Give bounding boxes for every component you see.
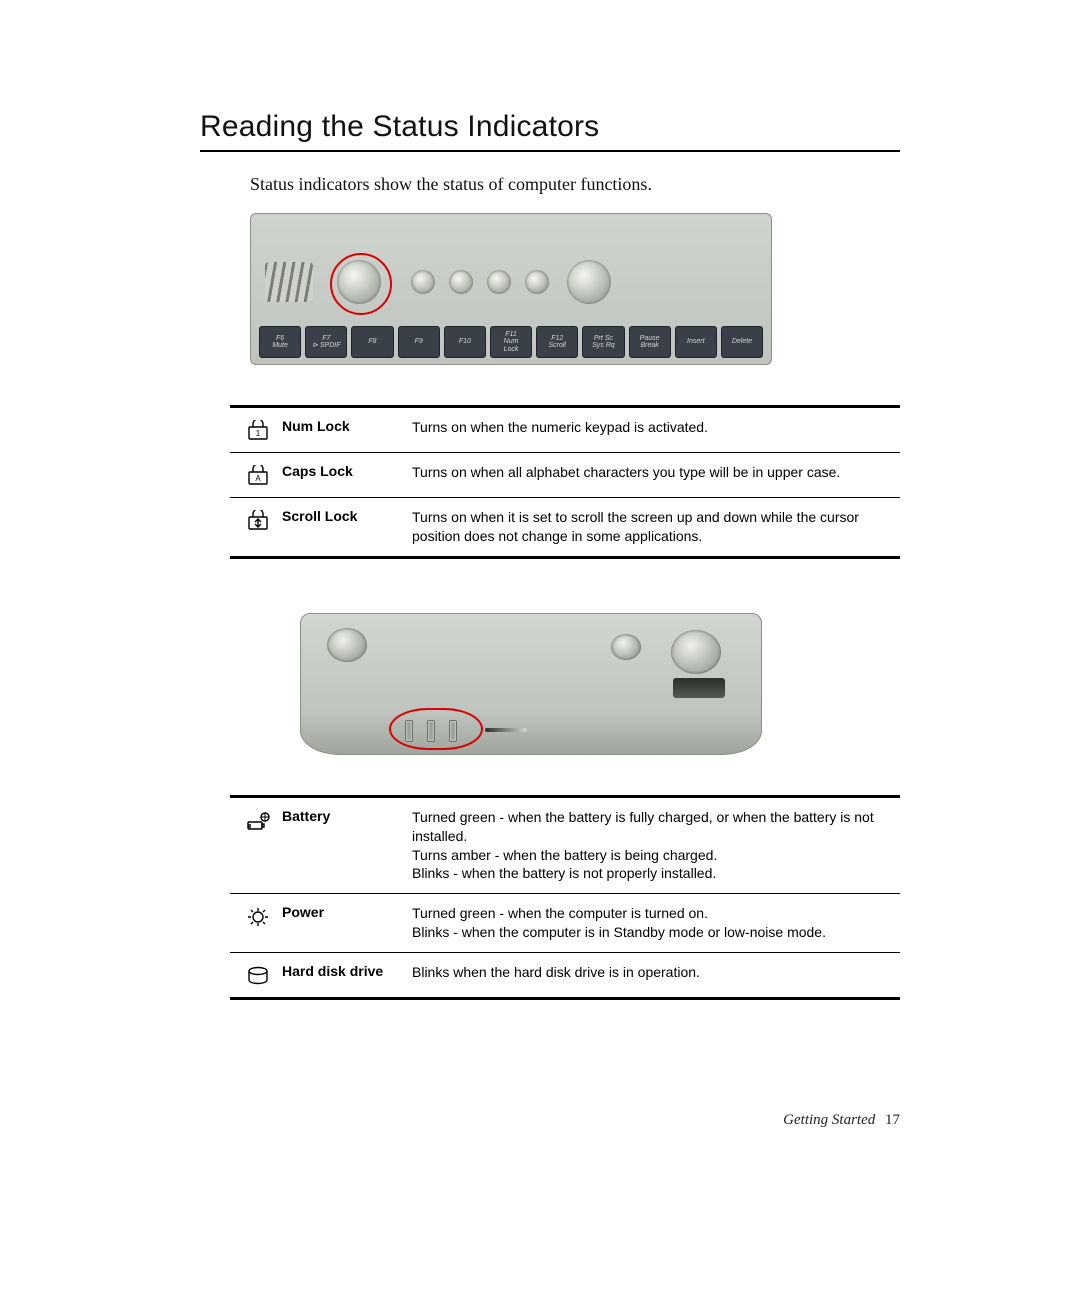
quick-button-graphic — [449, 270, 473, 294]
function-key: F9 — [398, 326, 440, 358]
table-row: Caps LockTurns on when all alphabet char… — [230, 452, 900, 497]
function-key: F8 — [351, 326, 393, 358]
function-key-row: F6 MuteF7 ⊳ SPDIFF8F9F10F11 Num LockF12 … — [259, 326, 763, 358]
footer-section: Getting Started — [783, 1112, 875, 1128]
indicator-label: Battery — [282, 808, 412, 824]
indicator-description: Turns on when the numeric keypad is acti… — [412, 418, 900, 437]
table-row: BatteryTurned green - when the battery i… — [230, 798, 900, 894]
speaker-vent — [265, 262, 313, 302]
function-key: F6 Mute — [259, 326, 301, 358]
function-key: F10 — [444, 326, 486, 358]
numlock-icon — [234, 418, 282, 442]
control-graphic — [671, 630, 721, 674]
battery-icon — [234, 808, 282, 832]
laptop-top-illustration: F6 MuteF7 ⊳ SPDIFF8F9F10F11 Num LockF12 … — [250, 213, 772, 365]
indicator-description: Turned green - when the battery is fully… — [412, 808, 900, 884]
indicator-label: Num Lock — [282, 418, 412, 434]
ir-port-graphic — [673, 678, 725, 698]
volume-dial-graphic — [327, 628, 367, 662]
function-key: F7 ⊳ SPDIF — [305, 326, 347, 358]
page-footer: Getting Started 17 — [783, 1112, 900, 1129]
indicator-description: Blinks when the hard disk drive is in op… — [412, 963, 900, 982]
quick-button-graphic — [567, 260, 611, 304]
highlight-circle-icon — [330, 253, 392, 315]
quick-button-graphic — [525, 270, 549, 294]
figure-front-edge — [300, 613, 762, 755]
hdd-icon — [234, 963, 282, 987]
table-row: Num LockTurns on when the numeric keypad… — [230, 408, 900, 452]
indicator-description: Turns on when it is set to scroll the sc… — [412, 508, 900, 546]
page-title: Reading the Status Indicators — [200, 110, 900, 144]
scrolllock-icon — [234, 508, 282, 532]
function-key: F12 Scroll — [536, 326, 578, 358]
highlight-ellipse-icon — [389, 708, 483, 750]
table-row: PowerTurned green - when the computer is… — [230, 893, 900, 952]
figure-status-leds-top: F6 MuteF7 ⊳ SPDIFF8F9F10F11 Num LockF12 … — [250, 213, 900, 365]
power-icon — [234, 904, 282, 928]
function-key: F11 Num Lock — [490, 326, 532, 358]
function-key: Pause Break — [629, 326, 671, 358]
quick-button-graphic — [487, 270, 511, 294]
indicator-label: Scroll Lock — [282, 508, 412, 524]
front-indicators-table: BatteryTurned green - when the battery i… — [230, 795, 900, 1000]
function-key: Prt Sc Sys Rq — [582, 326, 624, 358]
title-rule — [200, 150, 900, 152]
intro-text: Status indicators show the status of com… — [250, 174, 900, 195]
table-row: Scroll LockTurns on when it is set to sc… — [230, 497, 900, 556]
quick-button-graphic — [411, 270, 435, 294]
indicator-label: Power — [282, 904, 412, 920]
footer-page-number: 17 — [885, 1112, 900, 1128]
manual-page: Reading the Status Indicators Status ind… — [0, 0, 1080, 1309]
table-row: Hard disk driveBlinks when the hard disk… — [230, 952, 900, 997]
function-key: Insert — [675, 326, 717, 358]
capslock-icon — [234, 463, 282, 487]
control-graphic — [611, 634, 641, 660]
indicator-label: Caps Lock — [282, 463, 412, 479]
indicator-description: Turns on when all alphabet characters yo… — [412, 463, 900, 482]
lock-indicators-table: Num LockTurns on when the numeric keypad… — [230, 405, 900, 559]
cable-graphic — [485, 728, 527, 732]
indicator-description: Turned green - when the computer is turn… — [412, 904, 900, 942]
function-key: Delete — [721, 326, 763, 358]
indicator-label: Hard disk drive — [282, 963, 412, 979]
